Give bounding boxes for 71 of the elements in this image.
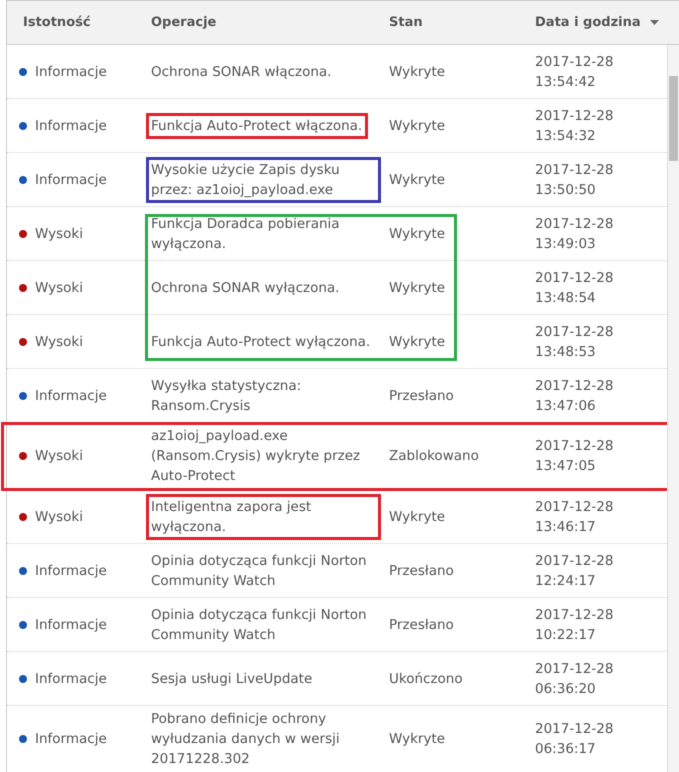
status-text: Ukończono bbox=[389, 670, 463, 688]
status-text: Wykryte bbox=[389, 62, 446, 82]
severity-text: Informacje bbox=[35, 730, 107, 749]
column-header[interactable]: Data i godzina bbox=[535, 15, 641, 30]
date-text: 2017-12-28 bbox=[535, 498, 614, 516]
severity-text: Wysoki bbox=[35, 278, 83, 298]
time-text: 12:24:17 bbox=[535, 572, 596, 590]
status-text: Wykryte bbox=[389, 508, 446, 526]
time-text: 13:54:32 bbox=[535, 126, 596, 146]
severity-text: Informacje bbox=[35, 670, 107, 688]
column-header[interactable]: Istotność bbox=[23, 15, 91, 30]
operation-text: Sesja usługi LiveUpdate bbox=[151, 670, 312, 688]
operation-text: Pobrano definicje ochrony wyłudzania danych w wersji 20171228.302 bbox=[151, 710, 341, 769]
date-text: 2017-12-28 bbox=[535, 660, 614, 678]
severity-text: Informacje bbox=[35, 386, 107, 406]
time-text: 13:50:50 bbox=[535, 180, 596, 200]
operation-text: Opinia dotycząca funkcji Norton Community Watch bbox=[151, 552, 368, 590]
column-header[interactable]: Operacje bbox=[151, 15, 216, 30]
scrollbar[interactable] bbox=[667, 45, 679, 772]
status-text: Wykryte bbox=[389, 730, 446, 749]
date-text: 2017-12-28 bbox=[535, 606, 614, 624]
status-text: Wykryte bbox=[389, 116, 446, 136]
operation-text: Opinia dotycząca funkcji Norton Community Watch bbox=[151, 606, 368, 644]
time-text: 13:46:17 bbox=[535, 518, 596, 536]
time-text: 13:47:05 bbox=[535, 457, 596, 476]
time-text: 06:36:20 bbox=[535, 680, 596, 698]
time-text: 13:48:53 bbox=[535, 342, 596, 362]
severity-text: Wysoki bbox=[35, 508, 83, 526]
operation-text: Wysokie użycie Zapis dysku przez: az1oioj_payload.exe bbox=[151, 162, 340, 198]
time-text: 06:36:17 bbox=[535, 740, 596, 759]
operation-text: Funkcja Doradca pobierania wyłączona. bbox=[151, 214, 341, 254]
time-text: 13:47:06 bbox=[535, 396, 596, 416]
severity-text: Informacje bbox=[35, 616, 107, 634]
operation-text: Ochrona SONAR wyłączona. bbox=[151, 278, 340, 298]
status-text: Przesłano bbox=[389, 562, 454, 580]
date-text: 2017-12-28 bbox=[535, 214, 614, 234]
time-text: 13:48:54 bbox=[535, 288, 596, 308]
operation-text: Funkcja Auto-Protect wyłączona. bbox=[151, 332, 370, 352]
time-text: 13:49:03 bbox=[535, 234, 596, 254]
date-text: 2017-12-28 bbox=[535, 52, 614, 72]
operation-text: Ochrona SONAR włączona. bbox=[151, 62, 332, 82]
time-text: 10:22:17 bbox=[535, 626, 596, 644]
severity-text: Wysoki bbox=[35, 332, 83, 352]
severity-text: Informacje bbox=[35, 116, 107, 136]
scrollbar-thumb[interactable] bbox=[669, 76, 678, 161]
status-text: Przesłano bbox=[389, 386, 454, 406]
severity-text: Informacje bbox=[35, 562, 107, 580]
date-text: 2017-12-28 bbox=[535, 268, 614, 288]
date-text: 2017-12-28 bbox=[535, 437, 614, 456]
status-text: Wykryte bbox=[389, 332, 446, 352]
status-text: Przesłano bbox=[389, 616, 454, 634]
severity-text: Informacje bbox=[35, 170, 107, 190]
status-text: Zablokowano bbox=[389, 447, 479, 466]
date-text: 2017-12-28 bbox=[535, 720, 614, 739]
time-text: 13:54:42 bbox=[535, 72, 596, 92]
status-text: Wykryte bbox=[389, 170, 446, 190]
date-text: 2017-12-28 bbox=[535, 376, 614, 396]
date-text: 2017-12-28 bbox=[535, 322, 614, 342]
status-text: Wykryte bbox=[389, 224, 446, 244]
operation-text: Funkcja Auto-Protect włączona. bbox=[151, 118, 362, 134]
date-text: 2017-12-28 bbox=[535, 160, 614, 180]
severity-text: Wysoki bbox=[35, 447, 83, 466]
operation-text: Inteligentna zapora jest wyłączona. bbox=[151, 498, 312, 534]
date-text: 2017-12-28 bbox=[535, 552, 614, 570]
date-text: 2017-12-28 bbox=[535, 106, 614, 126]
severity-text: Wysoki bbox=[35, 224, 83, 244]
operation-text: az1oioj_payload.exe (Ransom.Crysis) wykryte przez Auto-Protect bbox=[151, 427, 362, 486]
column-header[interactable]: Stan bbox=[389, 15, 423, 30]
severity-text: Informacje bbox=[35, 62, 107, 82]
status-text: Wykryte bbox=[389, 278, 446, 298]
operation-text: Wysyłka statystyczna: Ransom.Crysis bbox=[151, 376, 302, 416]
